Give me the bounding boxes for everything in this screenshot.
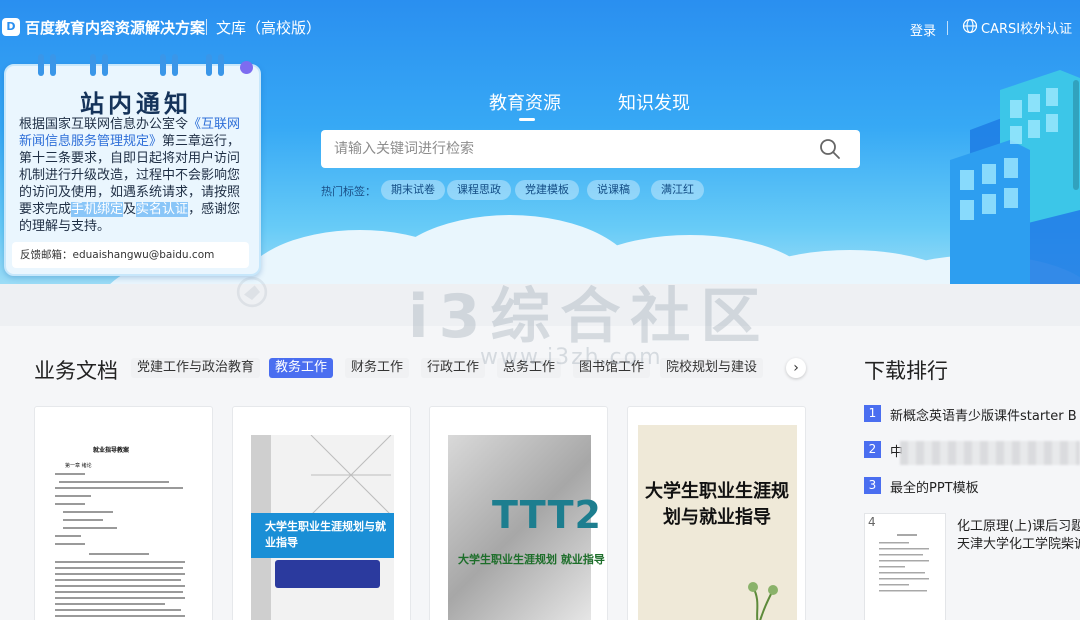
category-tab[interactable]: 财务工作 bbox=[345, 358, 410, 378]
rank-item-title[interactable]: 化工原理(上)课后习题 bbox=[957, 515, 1080, 534]
binder-ring-icon bbox=[90, 54, 96, 76]
hot-tag[interactable]: 满江红 bbox=[651, 180, 704, 200]
hot-tag[interactable]: 党建模板 bbox=[515, 180, 579, 200]
binder-ring-icon bbox=[218, 54, 224, 76]
real-name-auth-link[interactable]: 实名认证 bbox=[136, 202, 189, 217]
rank-item-thumbnail[interactable] bbox=[864, 513, 946, 620]
binder-ring-icon bbox=[102, 54, 108, 76]
rank-number: 1 bbox=[864, 405, 881, 422]
watermark-url: www.i3zh.com bbox=[480, 345, 663, 370]
doc-card[interactable]: TTT2 大学生职业生涯规划 就业指导 bbox=[429, 406, 608, 620]
watermark-text: i3综合社区 bbox=[408, 282, 771, 352]
search-icon[interactable] bbox=[819, 138, 841, 160]
phone-binding-link[interactable]: 手机绑定 bbox=[71, 202, 124, 217]
notice-title: 站内通知 bbox=[80, 90, 192, 118]
binder-ring-icon bbox=[50, 54, 56, 76]
binder-ring-icon bbox=[160, 54, 166, 76]
rank-item-subtitle: 天津大学化工学院柴诚 bbox=[957, 537, 1080, 552]
category-tab[interactable]: 院校规划与建设 bbox=[660, 358, 764, 378]
brand-divider bbox=[206, 19, 207, 35]
doc-text-lines bbox=[55, 473, 185, 617]
doc-thumb-title: 大学生职业生涯规划与就业指导 bbox=[645, 481, 789, 528]
page-scrollbar[interactable] bbox=[1073, 80, 1079, 190]
top-bar: D 百度教育内容资源解决方案 文库（高校版） 登录 CARSI校外认证 bbox=[0, 0, 1080, 54]
notice-text: 根据国家互联网信息办公室令 bbox=[19, 117, 189, 132]
search-box bbox=[321, 130, 860, 168]
blurred-text bbox=[900, 441, 1080, 465]
plant-image bbox=[748, 582, 778, 620]
carsi-login-link[interactable]: CARSI校外认证 bbox=[981, 18, 1072, 37]
active-tab-indicator bbox=[519, 118, 535, 121]
rank-item-title[interactable]: 最全的PPT模板 bbox=[890, 477, 979, 496]
tab-edu-resources[interactable]: 教育资源 bbox=[489, 89, 561, 115]
binder-ring-icon bbox=[206, 54, 212, 76]
notice-text: 及 bbox=[123, 202, 137, 217]
rank-number: 3 bbox=[864, 477, 881, 494]
doc-thumb-title: 大学生职业生涯规划 就业指导 bbox=[458, 553, 605, 566]
hot-tag[interactable]: 说课稿 bbox=[587, 180, 640, 200]
doc-thumb-mark: TTT2 bbox=[492, 493, 602, 537]
rank-number: 4 bbox=[868, 515, 876, 529]
section-title-ranking: 下载排行 bbox=[864, 359, 948, 383]
category-tab-active[interactable]: 教务工作 bbox=[269, 358, 334, 378]
rank-item-title[interactable]: 新概念英语青少版课件starter B U bbox=[890, 405, 1080, 424]
product-name: 文库（高校版） bbox=[216, 19, 322, 37]
doc-thumb-title: 大学生职业生涯规划与就业指导 bbox=[265, 520, 386, 549]
buildings-illustration bbox=[950, 70, 1080, 284]
hot-tag[interactable]: 期末试卷 bbox=[381, 180, 445, 200]
globe-icon bbox=[962, 18, 978, 34]
hot-tag[interactable]: 课程思政 bbox=[447, 180, 511, 200]
chevron-right-icon[interactable]: › bbox=[786, 358, 806, 378]
tabs-fade bbox=[772, 358, 786, 378]
doc-card[interactable]: 就业指导教案 第一章 绪论 bbox=[34, 406, 213, 620]
brand-title[interactable]: 百度教育内容资源解决方案 bbox=[25, 17, 205, 38]
doc-text-lines bbox=[879, 534, 929, 592]
hot-tags-label: 热门标签： bbox=[321, 185, 376, 198]
binder-ring-icon bbox=[38, 54, 44, 76]
category-tab[interactable]: 行政工作 bbox=[421, 358, 486, 378]
binder-ring-icon bbox=[172, 54, 178, 76]
doc-card[interactable]: 大学生职业生涯规划与就业指导 bbox=[627, 406, 806, 620]
doc-card[interactable]: 大学生职业生涯规划与就业指导 bbox=[232, 406, 411, 620]
tab-knowledge-discovery[interactable]: 知识发现 bbox=[618, 89, 690, 115]
section-title-docs: 业务文档 bbox=[34, 359, 118, 383]
doc-thumb-sub: 第一章 绪论 bbox=[65, 463, 92, 469]
decor-dot bbox=[240, 61, 253, 74]
notice-body: 根据国家互联网信息办公室令《互联网新闻信息服务管理规定》第三章运行，第十三条要求… bbox=[19, 116, 251, 235]
category-tab[interactable]: 党建工作与政治教育 bbox=[131, 358, 261, 378]
doc-thumb-title: 就业指导教案 bbox=[93, 447, 130, 454]
topbar-divider bbox=[947, 21, 948, 35]
logo-icon[interactable]: D bbox=[2, 18, 20, 36]
search-input[interactable] bbox=[321, 130, 801, 168]
login-link[interactable]: 登录 bbox=[910, 20, 936, 39]
feedback-email: 反馈邮箱：eduaishangwu@baidu.com bbox=[12, 242, 249, 268]
rank-number: 2 bbox=[864, 441, 881, 458]
